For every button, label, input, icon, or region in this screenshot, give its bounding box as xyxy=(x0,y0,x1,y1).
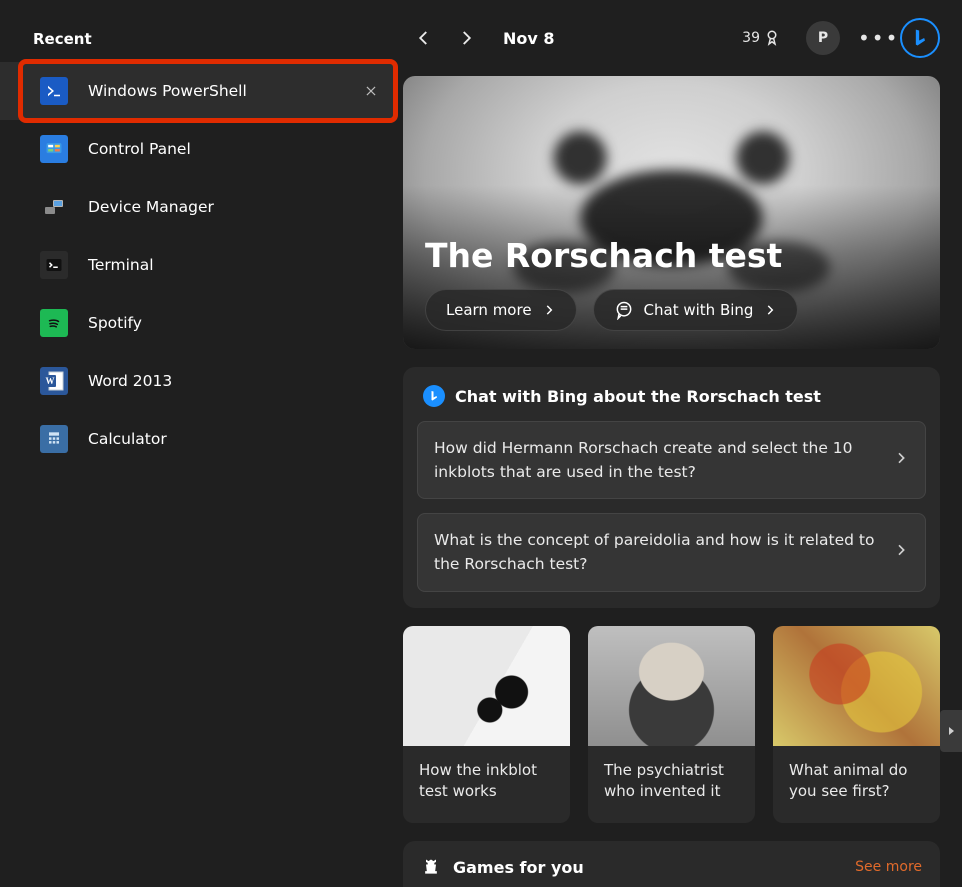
recent-item-controlpanel[interactable]: Control Panel xyxy=(0,120,395,178)
recent-item-spotify[interactable]: Spotify xyxy=(0,294,395,352)
recent-list: Windows PowerShell Control Panel Device … xyxy=(0,62,395,468)
question-text: What is the concept of pareidolia and ho… xyxy=(434,528,893,576)
bing-icon xyxy=(423,385,445,407)
recent-sidebar: Recent Windows PowerShell Control Panel … xyxy=(0,0,395,887)
card-caption: How the inkblot test works xyxy=(403,746,570,824)
word-icon: W xyxy=(40,367,68,395)
learn-more-button[interactable]: Learn more xyxy=(425,289,577,331)
recent-item-label: Calculator xyxy=(88,430,395,448)
calculator-icon xyxy=(40,425,68,453)
date-label: Nov 8 xyxy=(503,29,555,48)
recent-item-label: Spotify xyxy=(88,314,395,332)
topbar: Nov 8 39 P ••• xyxy=(403,18,940,58)
control-panel-icon xyxy=(40,135,68,163)
bing-chat-panel: Chat with Bing about the Rorschach test … xyxy=(403,367,940,607)
panel-title: Chat with Bing about the Rorschach test xyxy=(455,387,821,406)
nav-back-button[interactable] xyxy=(415,29,433,47)
recent-item-powershell[interactable]: Windows PowerShell xyxy=(0,62,395,120)
more-menu-button[interactable]: ••• xyxy=(858,26,884,50)
card-caption: The psychiatrist who invented it xyxy=(588,746,755,824)
bing-icon xyxy=(910,28,930,48)
recent-item-word[interactable]: W Word 2013 xyxy=(0,352,395,410)
card-thumbnail xyxy=(588,626,755,746)
card-thumbnail xyxy=(773,626,940,746)
recent-item-label: Terminal xyxy=(88,256,395,274)
recent-item-label: Device Manager xyxy=(88,198,395,216)
recent-item-terminal[interactable]: Terminal xyxy=(0,236,395,294)
device-manager-icon xyxy=(40,193,68,221)
rewards-button[interactable]: 39 xyxy=(742,29,784,47)
recent-item-label: Control Panel xyxy=(88,140,395,158)
rewards-points: 39 xyxy=(742,30,760,46)
see-more-link[interactable]: See more xyxy=(855,859,922,875)
related-card[interactable]: What animal do you see first? xyxy=(773,626,940,824)
user-initial: P xyxy=(818,30,828,46)
spotify-icon xyxy=(40,309,68,337)
scroll-right-button[interactable] xyxy=(940,710,962,752)
nav-forward-button[interactable] xyxy=(457,29,475,47)
card-caption: What animal do you see first? xyxy=(773,746,940,824)
powershell-icon xyxy=(40,77,68,105)
recent-item-label: Windows PowerShell xyxy=(88,82,331,100)
question-text: How did Hermann Rorschach create and sel… xyxy=(434,436,893,484)
user-avatar[interactable]: P xyxy=(806,21,840,55)
hero-card[interactable]: The Rorschach test Learn more Chat with … xyxy=(403,76,940,349)
recent-item-devicemanager[interactable]: Device Manager xyxy=(0,178,395,236)
hero-title: The Rorschach test xyxy=(425,236,918,275)
related-card[interactable]: How the inkblot test works xyxy=(403,626,570,824)
pill-label: Chat with Bing xyxy=(644,301,754,319)
close-icon[interactable] xyxy=(351,71,391,111)
section-title: Games for you xyxy=(453,858,584,877)
chevron-right-icon xyxy=(542,303,556,317)
recent-item-calculator[interactable]: Calculator xyxy=(0,410,395,468)
recent-item-label: Word 2013 xyxy=(88,372,395,390)
suggested-question[interactable]: How did Hermann Rorschach create and sel… xyxy=(417,421,926,499)
rewards-icon xyxy=(766,29,784,47)
chat-with-bing-button[interactable]: Chat with Bing xyxy=(593,289,799,331)
chat-icon xyxy=(614,300,634,320)
recent-heading: Recent xyxy=(33,30,395,48)
suggested-question[interactable]: What is the concept of pareidolia and ho… xyxy=(417,513,926,591)
bing-chat-button[interactable] xyxy=(900,18,940,58)
chevron-right-icon xyxy=(893,542,909,562)
svg-text:W: W xyxy=(46,376,55,386)
card-thumbnail xyxy=(403,626,570,746)
chess-icon xyxy=(421,857,441,877)
related-card[interactable]: The psychiatrist who invented it xyxy=(588,626,755,824)
chevron-right-icon xyxy=(763,303,777,317)
games-section: Games for you See more xyxy=(403,841,940,887)
pill-label: Learn more xyxy=(446,301,532,319)
chevron-right-icon xyxy=(893,450,909,470)
main-feed: Nov 8 39 P ••• The Rorschach test Learn … xyxy=(395,0,962,887)
related-cards: How the inkblot test works The psychiatr… xyxy=(403,626,940,824)
terminal-icon xyxy=(40,251,68,279)
